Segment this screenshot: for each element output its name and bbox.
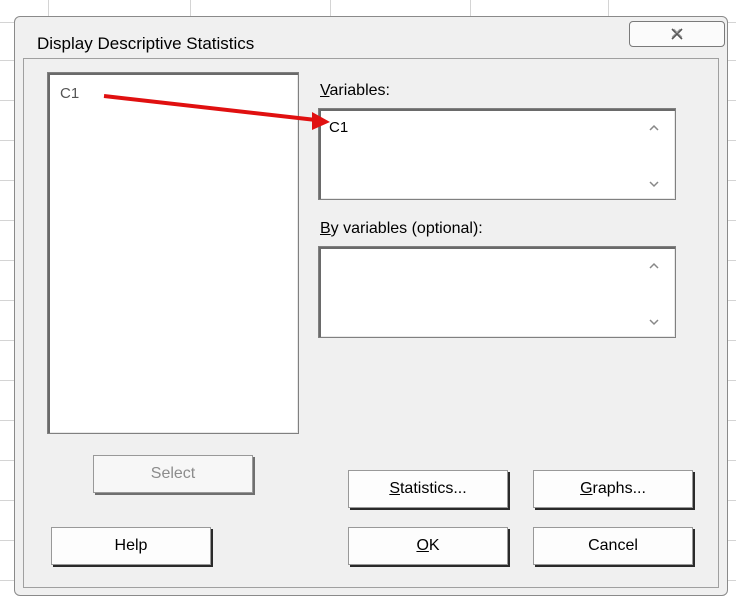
ok-button[interactable]: OK (348, 527, 508, 565)
by-variables-field[interactable] (318, 246, 676, 338)
scroll-up-icon[interactable] (647, 123, 661, 133)
select-button[interactable]: Select (93, 455, 253, 493)
scroll-down-icon[interactable] (647, 317, 661, 327)
list-item[interactable]: C1 (60, 85, 79, 102)
close-icon (671, 28, 683, 40)
scroll-down-icon[interactable] (647, 179, 661, 189)
variables-field[interactable]: C1 (318, 108, 676, 200)
cancel-button[interactable]: Cancel (533, 527, 693, 565)
close-button[interactable] (629, 21, 725, 47)
help-button[interactable]: Help (51, 527, 211, 565)
source-variable-list[interactable]: C1 (47, 72, 299, 434)
by-variables-label: By variables (optional): (320, 220, 483, 237)
dialog-title: Display Descriptive Statistics (37, 34, 255, 53)
scroll-up-icon[interactable] (647, 261, 661, 271)
statistics-button[interactable]: Statistics... (348, 470, 508, 508)
variables-label: Variables: (320, 82, 390, 99)
graphs-button[interactable]: Graphs... (533, 470, 693, 508)
variables-value: C1 (329, 119, 349, 136)
